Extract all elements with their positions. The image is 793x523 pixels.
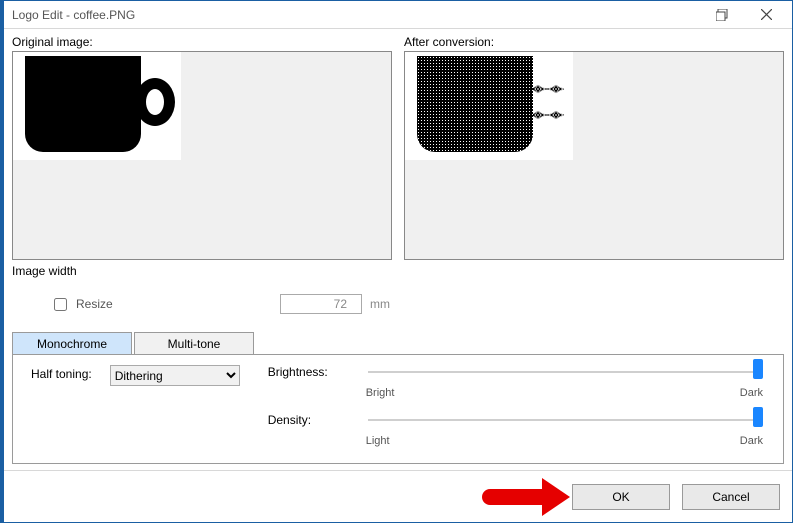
tab-monochrome[interactable]: Monochrome (12, 332, 132, 354)
density-thumb[interactable] (753, 407, 763, 427)
after-conversion-preview (404, 51, 784, 260)
ok-button[interactable]: OK (572, 484, 670, 510)
restore-icon[interactable] (700, 1, 744, 28)
original-image-preview (12, 51, 392, 260)
image-width-group: Image width Resize mm (12, 260, 390, 328)
dialog-footer: OK Cancel (4, 470, 792, 522)
brightness-left-tick: Bright (366, 387, 395, 399)
density-right-tick: Dark (740, 435, 763, 447)
logo-edit-window: Logo Edit - coffee.PNG Original image: A… (0, 0, 793, 523)
original-image-label: Original image: (12, 35, 392, 49)
brightness-slider[interactable] (364, 365, 765, 383)
brightness-label: Brightness: (268, 365, 356, 379)
density-left-tick: Light (366, 435, 390, 447)
cancel-button[interactable]: Cancel (682, 484, 780, 510)
tab-multi-tone[interactable]: Multi-tone (134, 332, 254, 354)
density-slider[interactable] (364, 413, 765, 431)
tone-tabs: Monochrome Multi-tone (12, 332, 784, 354)
resize-checkbox-label: Resize (76, 297, 113, 311)
half-toning-label: Half toning: (31, 365, 92, 381)
image-width-unit: mm (370, 297, 390, 311)
resize-checkbox[interactable]: Resize (50, 295, 113, 314)
density-label: Density: (268, 413, 356, 427)
resize-checkbox-input[interactable] (54, 298, 67, 311)
close-icon[interactable] (744, 1, 788, 28)
window-title: Logo Edit - coffee.PNG (12, 8, 700, 22)
image-width-field[interactable] (280, 294, 362, 314)
client-area: Original image: After conversion: Image … (4, 29, 792, 470)
brightness-thumb[interactable] (753, 359, 763, 379)
annotation-arrow-icon (482, 478, 570, 516)
coffee-mug-icon (13, 52, 181, 160)
preview-row: Original image: After conversion: (12, 35, 784, 260)
brightness-right-tick: Dark (740, 387, 763, 399)
tone-tab-body: Half toning: Dithering Brightness: Brigh… (12, 354, 784, 464)
image-width-label: Image width (12, 264, 390, 278)
half-toning-select[interactable]: Dithering (110, 365, 240, 386)
coffee-mug-dithered-icon (405, 52, 573, 160)
titlebar: Logo Edit - coffee.PNG (4, 1, 792, 29)
after-conversion-label: After conversion: (404, 35, 784, 49)
